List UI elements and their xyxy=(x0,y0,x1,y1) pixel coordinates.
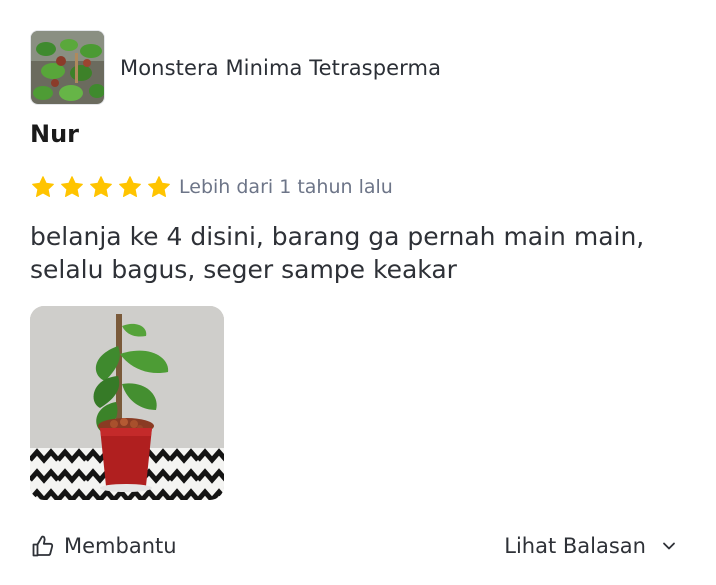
star-rating xyxy=(31,175,176,199)
product-name[interactable]: Monstera Minima Tetrasperma xyxy=(120,56,441,80)
review-photo-plant-image xyxy=(30,306,224,500)
review-footer: Membantu Lihat Balasan xyxy=(30,528,686,564)
star-icon xyxy=(60,175,84,199)
star-icon xyxy=(118,175,142,199)
helpful-button[interactable]: Membantu xyxy=(30,533,177,559)
star-icon xyxy=(31,175,55,199)
product-row[interactable]: Monstera Minima Tetrasperma xyxy=(30,30,441,105)
chevron-down-icon xyxy=(660,537,678,555)
star-icon xyxy=(89,175,113,199)
review-time: Lebih dari 1 tahun lalu xyxy=(179,176,393,198)
review-text: belanja ke 4 disini, barang ga pernah ma… xyxy=(30,222,645,284)
see-replies-button[interactable]: Lihat Balasan xyxy=(504,534,678,558)
helpful-label: Membantu xyxy=(64,534,177,558)
star-icon xyxy=(147,175,171,199)
thumbs-up-icon xyxy=(30,533,56,559)
see-replies-label: Lihat Balasan xyxy=(504,534,646,558)
plant-thumbnail-image xyxy=(31,31,104,104)
review-card: Monstera Minima Tetrasperma Nur Lebih da… xyxy=(0,0,716,585)
rating-row: Lebih dari 1 tahun lalu xyxy=(31,172,393,202)
reviewer-name: Nur xyxy=(30,120,80,148)
product-thumbnail[interactable] xyxy=(30,30,105,105)
review-photo[interactable] xyxy=(30,306,224,500)
